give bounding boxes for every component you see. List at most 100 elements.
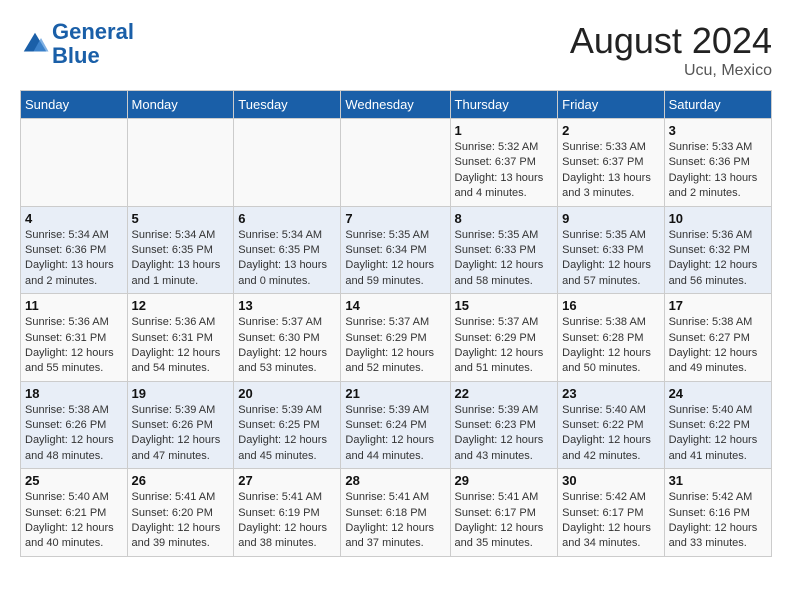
day-detail: Sunrise: 5:37 AMSunset: 6:29 PMDaylight:… [345, 315, 445, 377]
day-cell: 3 Sunrise: 5:33 AMSunset: 6:36 PMDaylight… [664, 119, 771, 207]
day-cell: 15 Sunrise: 5:37 AMSunset: 6:29 PMDayligh… [450, 294, 558, 382]
day-cell: 31 Sunrise: 5:42 AMSunset: 6:16 PMDayligh… [664, 469, 771, 557]
day-detail: Sunrise: 5:36 AMSunset: 6:31 PMDaylight:… [132, 315, 230, 377]
day-number: 11 [25, 298, 123, 313]
day-number: 13 [238, 298, 336, 313]
day-number: 20 [238, 386, 336, 401]
day-cell: 5Sunrise: 5:34 AMSunset: 6:35 PMDaylight… [127, 206, 234, 294]
calendar-body: 1 Sunrise: 5:32 AMSunset: 6:37 PMDaylight… [21, 119, 772, 557]
day-detail: Sunrise: 5:38 AMSunset: 6:27 PMDaylight:… [669, 315, 767, 377]
day-cell: 22Sunrise: 5:39 AMSunset: 6:23 PMDayligh… [450, 381, 558, 469]
day-number: 29 [455, 473, 554, 488]
day-detail: Sunrise: 5:38 AMSunset: 6:28 PMDaylight:… [562, 315, 659, 377]
day-detail: Sunrise: 5:41 AMSunset: 6:19 PMDaylight:… [238, 490, 336, 552]
day-number: 27 [238, 473, 336, 488]
day-cell: 2Sunrise: 5:33 AMSunset: 6:37 PMDaylight… [558, 119, 664, 207]
day-number: 26 [132, 473, 230, 488]
day-cell: 16 Sunrise: 5:38 AMSunset: 6:28 PMDayligh… [558, 294, 664, 382]
calendar-table: SundayMondayTuesdayWednesdayThursdayFrid… [20, 90, 772, 557]
day-number: 3 [669, 123, 767, 138]
day-cell: 19 Sunrise: 5:39 AMSunset: 6:26 PMDayligh… [127, 381, 234, 469]
day-number: 25 [25, 473, 123, 488]
day-cell: 21 Sunrise: 5:39 AMSunset: 6:24 PMDayligh… [341, 381, 450, 469]
day-cell [127, 119, 234, 207]
week-row-1: 1 Sunrise: 5:32 AMSunset: 6:37 PMDaylight… [21, 119, 772, 207]
week-row-2: 4 Sunrise: 5:34 AMSunset: 6:36 PMDaylight… [21, 206, 772, 294]
day-cell: 1 Sunrise: 5:32 AMSunset: 6:37 PMDaylight… [450, 119, 558, 207]
day-cell: 11 Sunrise: 5:36 AMSunset: 6:31 PMDayligh… [21, 294, 128, 382]
day-number: 21 [345, 386, 445, 401]
day-of-week-header: SundayMondayTuesdayWednesdayThursdayFrid… [21, 91, 772, 119]
day-detail: Sunrise: 5:37 AMSunset: 6:29 PMDaylight:… [455, 315, 554, 377]
logo-line1: General [52, 19, 134, 44]
day-number: 5 [132, 211, 230, 226]
day-detail: Sunrise: 5:38 AMSunset: 6:26 PMDaylight:… [25, 403, 123, 465]
day-number: 30 [562, 473, 659, 488]
day-cell: 14 Sunrise: 5:37 AMSunset: 6:29 PMDayligh… [341, 294, 450, 382]
day-detail: Sunrise: 5:42 AMSunset: 6:16 PMDaylight:… [669, 490, 767, 552]
day-detail: Sunrise: 5:34 AMSunset: 6:35 PMDaylight:… [238, 228, 336, 290]
day-cell: 18 Sunrise: 5:38 AMSunset: 6:26 PMDayligh… [21, 381, 128, 469]
logo: General Blue [20, 20, 134, 68]
day-cell: 24 Sunrise: 5:40 AMSunset: 6:22 PMDayligh… [664, 381, 771, 469]
day-detail: Sunrise: 5:37 AMSunset: 6:30 PMDaylight:… [238, 315, 336, 377]
day-number: 12 [132, 298, 230, 313]
day-detail: Sunrise: 5:41 AMSunset: 6:17 PMDaylight:… [455, 490, 554, 552]
day-number: 10 [669, 211, 767, 226]
day-detail: Sunrise: 5:39 AMSunset: 6:26 PMDaylight:… [132, 403, 230, 465]
day-number: 1 [455, 123, 554, 138]
day-cell [341, 119, 450, 207]
day-detail: Sunrise: 5:35 AMSunset: 6:34 PMDaylight:… [345, 228, 445, 290]
week-row-4: 18 Sunrise: 5:38 AMSunset: 6:26 PMDayligh… [21, 381, 772, 469]
day-number: 17 [669, 298, 767, 313]
day-number: 31 [669, 473, 767, 488]
day-number: 18 [25, 386, 123, 401]
day-number: 22 [455, 386, 554, 401]
day-number: 24 [669, 386, 767, 401]
day-detail: Sunrise: 5:32 AMSunset: 6:37 PMDaylight:… [455, 140, 554, 202]
day-cell [234, 119, 341, 207]
day-number: 9 [562, 211, 659, 226]
day-cell: 12 Sunrise: 5:36 AMSunset: 6:31 PMDayligh… [127, 294, 234, 382]
day-detail: Sunrise: 5:42 AMSunset: 6:17 PMDaylight:… [562, 490, 659, 552]
day-cell [21, 119, 128, 207]
day-detail: Sunrise: 5:39 AMSunset: 6:25 PMDaylight:… [238, 403, 336, 465]
dow-header-tuesday: Tuesday [234, 91, 341, 119]
day-number: 15 [455, 298, 554, 313]
day-number: 4 [25, 211, 123, 226]
day-cell: 9Sunrise: 5:35 AMSunset: 6:33 PMDaylight… [558, 206, 664, 294]
dow-header-thursday: Thursday [450, 91, 558, 119]
day-detail: Sunrise: 5:39 AMSunset: 6:24 PMDaylight:… [345, 403, 445, 465]
dow-header-sunday: Sunday [21, 91, 128, 119]
day-detail: Sunrise: 5:40 AMSunset: 6:21 PMDaylight:… [25, 490, 123, 552]
day-cell: 20 Sunrise: 5:39 AMSunset: 6:25 PMDayligh… [234, 381, 341, 469]
day-cell: 4 Sunrise: 5:34 AMSunset: 6:36 PMDaylight… [21, 206, 128, 294]
dow-header-saturday: Saturday [664, 91, 771, 119]
day-cell: 25 Sunrise: 5:40 AMSunset: 6:21 PMDayligh… [21, 469, 128, 557]
day-cell: 7Sunrise: 5:35 AMSunset: 6:34 PMDaylight… [341, 206, 450, 294]
logo-icon [20, 29, 50, 59]
day-number: 14 [345, 298, 445, 313]
day-number: 19 [132, 386, 230, 401]
logo-line2: Blue [52, 43, 100, 68]
month-year: August 2024 [570, 20, 772, 62]
dow-header-monday: Monday [127, 91, 234, 119]
week-row-3: 11 Sunrise: 5:36 AMSunset: 6:31 PMDayligh… [21, 294, 772, 382]
day-detail: Sunrise: 5:40 AMSunset: 6:22 PMDaylight:… [669, 403, 767, 465]
day-detail: Sunrise: 5:34 AMSunset: 6:36 PMDaylight:… [25, 228, 123, 290]
day-cell: 13 Sunrise: 5:37 AMSunset: 6:30 PMDayligh… [234, 294, 341, 382]
day-detail: Sunrise: 5:40 AMSunset: 6:22 PMDaylight:… [562, 403, 659, 465]
day-detail: Sunrise: 5:41 AMSunset: 6:18 PMDaylight:… [345, 490, 445, 552]
day-cell: 27 Sunrise: 5:41 AMSunset: 6:19 PMDayligh… [234, 469, 341, 557]
day-detail: Sunrise: 5:33 AMSunset: 6:36 PMDaylight:… [669, 140, 767, 202]
day-cell: 17 Sunrise: 5:38 AMSunset: 6:27 PMDayligh… [664, 294, 771, 382]
day-detail: Sunrise: 5:35 AMSunset: 6:33 PMDaylight:… [455, 228, 554, 290]
week-row-5: 25 Sunrise: 5:40 AMSunset: 6:21 PMDayligh… [21, 469, 772, 557]
day-detail: Sunrise: 5:36 AMSunset: 6:31 PMDaylight:… [25, 315, 123, 377]
day-detail: Sunrise: 5:33 AMSunset: 6:37 PMDaylight:… [562, 140, 659, 202]
dow-header-wednesday: Wednesday [341, 91, 450, 119]
dow-header-friday: Friday [558, 91, 664, 119]
day-number: 16 [562, 298, 659, 313]
day-detail: Sunrise: 5:41 AMSunset: 6:20 PMDaylight:… [132, 490, 230, 552]
day-number: 8 [455, 211, 554, 226]
